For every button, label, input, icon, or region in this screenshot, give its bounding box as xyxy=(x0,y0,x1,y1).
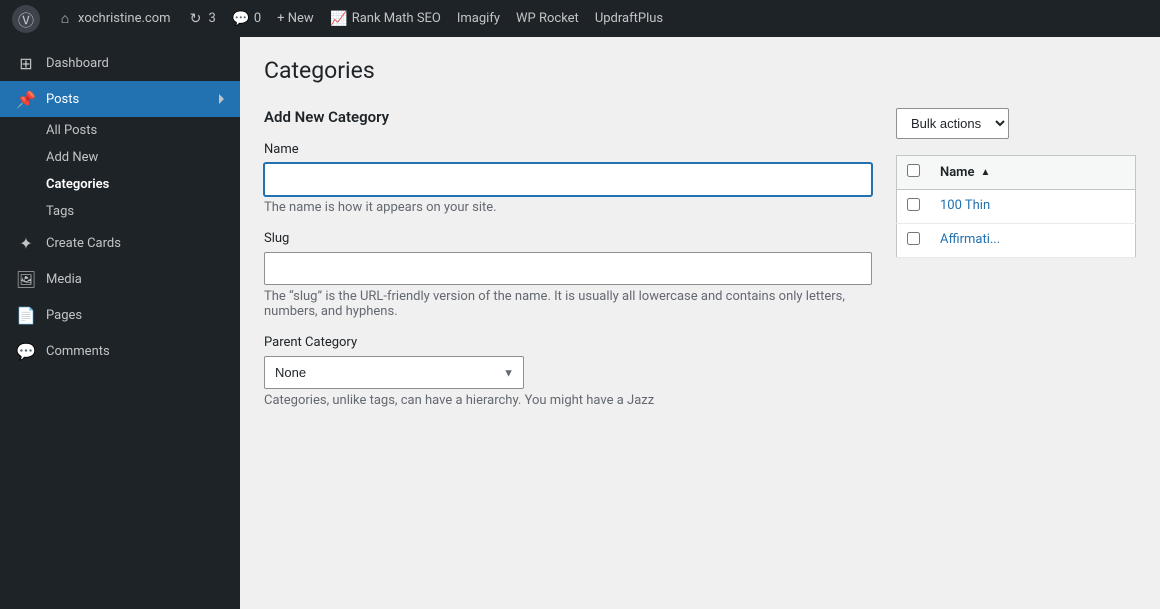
new-item[interactable]: + New xyxy=(277,11,314,26)
create-cards-icon: ✦ xyxy=(16,233,36,253)
row-name-cell: 100 Thin xyxy=(930,190,1136,224)
media-label: Media xyxy=(46,272,82,287)
row-checkbox[interactable] xyxy=(907,232,920,245)
new-label: + New xyxy=(277,11,314,26)
posts-icon: 📌 xyxy=(16,89,36,109)
pages-label: Pages xyxy=(46,308,82,323)
slug-label: Slug xyxy=(264,231,872,246)
comments-count: 0 xyxy=(254,11,261,26)
parent-field: Parent Category None ▼ Categories, unlik… xyxy=(264,335,872,408)
name-field: Name The name is how it appears on your … xyxy=(264,142,872,215)
row-checkbox-cell xyxy=(897,224,931,258)
page-title: Categories xyxy=(264,57,1136,84)
slug-description: The “slug” is the URL-friendly version o… xyxy=(264,289,872,319)
comments-item[interactable]: 💬 0 xyxy=(232,10,261,28)
sidebar-item-dashboard[interactable]: ⊞ Dashboard xyxy=(0,45,240,81)
name-description: The name is how it appears on your site. xyxy=(264,200,872,215)
table-row: 100 Thin xyxy=(897,190,1136,224)
parent-description: Categories, unlike tags, can have a hier… xyxy=(264,393,872,408)
bulk-actions-select[interactable]: Bulk actions xyxy=(896,108,1009,139)
wp-logo[interactable]: Ⓥ xyxy=(12,5,40,33)
row-name-cell: Affirmati... xyxy=(930,224,1136,258)
name-input[interactable] xyxy=(264,163,872,196)
site-name[interactable]: ⌂ xochristine.com xyxy=(56,10,171,28)
sidebar-item-media[interactable]: 🖼 Media xyxy=(0,261,240,297)
posts-submenu: All Posts Add New Categories Tags xyxy=(0,117,240,225)
imagify-item[interactable]: Imagify xyxy=(457,11,500,26)
dashboard-icon: ⊞ xyxy=(16,53,36,73)
updates-icon: ↻ xyxy=(187,10,205,28)
row-checkbox-cell xyxy=(897,190,931,224)
imagify-label: Imagify xyxy=(457,11,500,26)
slug-input[interactable] xyxy=(264,252,872,285)
rank-math-icon: 📈 xyxy=(330,10,348,28)
updates-count: 3 xyxy=(209,11,216,26)
create-cards-label: Create Cards xyxy=(46,236,121,251)
select-all-checkbox[interactable] xyxy=(907,164,920,177)
dashboard-label: Dashboard xyxy=(46,56,109,71)
category-link[interactable]: 100 Thin xyxy=(940,198,990,213)
comments-label: Comments xyxy=(46,344,110,359)
media-icon: 🖼 xyxy=(16,269,36,289)
site-url-label: xochristine.com xyxy=(78,11,171,26)
name-label: Name xyxy=(264,142,872,157)
categories-table: Name ▲ 100 Thin xyxy=(896,155,1136,258)
bulk-actions-bar: Bulk actions xyxy=(896,108,1136,139)
posts-label: Posts xyxy=(46,92,79,107)
sidebar-subitem-all-posts[interactable]: All Posts xyxy=(0,117,240,144)
sidebar-item-posts[interactable]: 📌 Posts xyxy=(0,81,240,117)
pages-icon: 📄 xyxy=(16,305,36,325)
row-checkbox[interactable] xyxy=(907,198,920,211)
rank-math-item[interactable]: 📈 Rank Math SEO xyxy=(330,10,441,28)
form-heading: Add New Category xyxy=(264,108,872,126)
sidebar-subitem-categories[interactable]: Categories xyxy=(0,171,240,198)
parent-select-wrapper: None ▼ xyxy=(264,356,524,389)
right-panel: Bulk actions Name ▲ xyxy=(896,108,1136,258)
content-area: Categories Add New Category Name The nam… xyxy=(240,37,1160,609)
updates-item[interactable]: ↻ 3 xyxy=(187,10,216,28)
wp-rocket-label: WP Rocket xyxy=(516,11,579,26)
content-grid: Add New Category Name The name is how it… xyxy=(264,108,1136,424)
form-section: Add New Category Name The name is how it… xyxy=(264,108,872,424)
slug-field: Slug The “slug” is the URL-friendly vers… xyxy=(264,231,872,319)
sidebar-item-pages[interactable]: 📄 Pages xyxy=(0,297,240,333)
main-layout: ⊞ Dashboard 📌 Posts All Posts Add New Ca… xyxy=(0,37,1160,609)
category-link[interactable]: Affirmati... xyxy=(940,232,1000,247)
wp-rocket-item[interactable]: WP Rocket xyxy=(516,11,579,26)
parent-select[interactable]: None xyxy=(264,356,524,389)
rank-math-label: Rank Math SEO xyxy=(352,11,441,26)
sort-arrow-icon: ▲ xyxy=(980,167,990,178)
sidebar-subitem-tags[interactable]: Tags xyxy=(0,198,240,225)
comments-side-icon: 💬 xyxy=(16,341,36,361)
sidebar-item-comments[interactable]: 💬 Comments xyxy=(0,333,240,369)
admin-bar: Ⓥ ⌂ xochristine.com ↻ 3 💬 0 + New 📈 Rank… xyxy=(0,0,1160,37)
comments-icon: 💬 xyxy=(232,10,250,28)
home-icon: ⌂ xyxy=(56,10,74,28)
col-check-header xyxy=(897,156,931,190)
sidebar-subitem-add-new[interactable]: Add New xyxy=(0,144,240,171)
parent-label: Parent Category xyxy=(264,335,872,350)
sidebar: ⊞ Dashboard 📌 Posts All Posts Add New Ca… xyxy=(0,37,240,609)
posts-arrow xyxy=(219,94,224,104)
updraft-item[interactable]: UpdraftPlus xyxy=(595,11,663,26)
table-row: Affirmati... xyxy=(897,224,1136,258)
sidebar-item-create-cards[interactable]: ✦ Create Cards xyxy=(0,225,240,261)
updraft-label: UpdraftPlus xyxy=(595,11,663,26)
name-col-label: Name xyxy=(940,165,974,180)
col-name-header: Name ▲ xyxy=(930,156,1136,190)
